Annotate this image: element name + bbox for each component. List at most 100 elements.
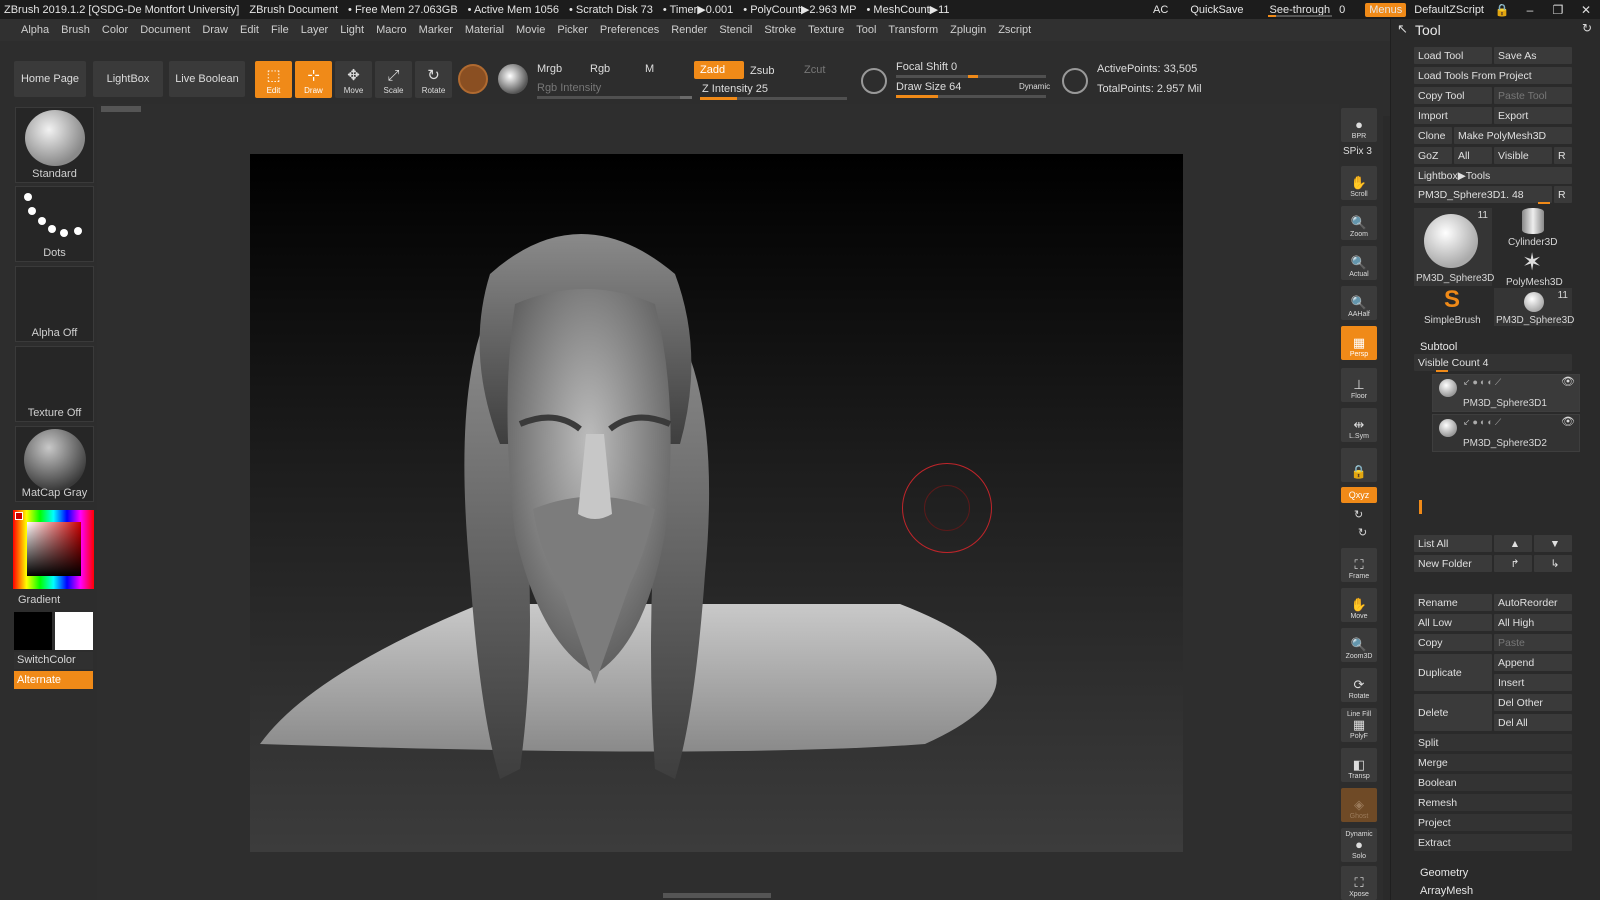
list-all-button[interactable]: List All bbox=[1414, 535, 1492, 552]
ghost-button[interactable]: ◈ Ghost bbox=[1341, 788, 1377, 822]
edit-button[interactable]: ⬚ Edit bbox=[255, 61, 292, 98]
lightbox-button[interactable]: LightBox bbox=[93, 61, 163, 97]
scroll-button[interactable]: ✋ Scroll bbox=[1341, 166, 1377, 200]
current-tool-r-button[interactable]: R bbox=[1554, 186, 1572, 203]
material-thumb[interactable]: MatCap Gray bbox=[15, 426, 94, 502]
append-button[interactable]: Append bbox=[1494, 654, 1572, 671]
sculptris-s-icon[interactable] bbox=[861, 68, 887, 94]
goz-visible-button[interactable]: Visible bbox=[1494, 147, 1552, 164]
zadd-button[interactable]: Zadd bbox=[694, 61, 744, 79]
menu-edit[interactable]: Edit bbox=[234, 24, 265, 36]
color-swatch-icon[interactable] bbox=[498, 64, 528, 94]
minimize-icon[interactable]: – bbox=[1520, 3, 1540, 17]
all-high-button[interactable]: All High bbox=[1494, 614, 1572, 631]
secondary-color-swatch[interactable] bbox=[55, 612, 93, 650]
zoom3d-button[interactable]: 🔍 Zoom3D bbox=[1341, 628, 1377, 662]
menu-material[interactable]: Material bbox=[459, 24, 510, 36]
visible-count-slider[interactable]: Visible Count 4 bbox=[1414, 354, 1572, 371]
close-icon[interactable]: ✕ bbox=[1576, 3, 1596, 17]
frame-button[interactable]: ⛶ Frame bbox=[1341, 548, 1377, 582]
see-through-slider[interactable]: See-through 0 bbox=[1266, 4, 1350, 17]
menu-document[interactable]: Document bbox=[134, 24, 196, 36]
home-page-button[interactable]: Home Page bbox=[14, 61, 86, 97]
tool-thumb-simplebrush[interactable]: S SimpleBrush bbox=[1414, 286, 1492, 326]
move-down-arrow-icon[interactable]: ▼ bbox=[1534, 535, 1572, 552]
autoreorder-button[interactable]: AutoReorder bbox=[1494, 594, 1572, 611]
rotate-z-icon[interactable]: ↻ bbox=[1358, 526, 1367, 539]
menu-texture[interactable]: Texture bbox=[802, 24, 850, 36]
project-section[interactable]: Project bbox=[1414, 814, 1572, 831]
geometry-header[interactable]: Geometry bbox=[1414, 864, 1574, 882]
menu-render[interactable]: Render bbox=[665, 24, 713, 36]
menu-layer[interactable]: Layer bbox=[295, 24, 335, 36]
document-scroll-indicator[interactable] bbox=[101, 106, 141, 112]
goz-button[interactable]: GoZ bbox=[1414, 147, 1452, 164]
goz-r-button[interactable]: R bbox=[1554, 147, 1572, 164]
menu-zscript[interactable]: Zscript bbox=[992, 24, 1037, 36]
load-tool-button[interactable]: Load Tool bbox=[1414, 47, 1492, 64]
rotate-button[interactable]: ↻ Rotate bbox=[415, 61, 452, 98]
alpha-thumb[interactable]: Alpha Off bbox=[15, 266, 94, 342]
rotate-y-icon[interactable]: ↻ bbox=[1354, 508, 1363, 521]
menu-macro[interactable]: Macro bbox=[370, 24, 413, 36]
xpose-button[interactable]: ⛶ Xpose bbox=[1341, 866, 1377, 900]
bpr-button[interactable]: ● BPR bbox=[1341, 108, 1377, 142]
primary-color-swatch[interactable] bbox=[14, 612, 52, 650]
default-zscript-button[interactable]: DefaultZScript bbox=[1414, 4, 1484, 16]
boolean-section[interactable]: Boolean bbox=[1414, 774, 1572, 791]
menu-stencil[interactable]: Stencil bbox=[713, 24, 758, 36]
alternate-button[interactable]: Alternate bbox=[14, 671, 93, 689]
extract-section[interactable]: Extract bbox=[1414, 834, 1572, 851]
move-up-arrow-icon[interactable]: ▲ bbox=[1494, 535, 1532, 552]
mrgb-button[interactable]: Mrgb bbox=[537, 63, 562, 75]
tool-thumb-sphere-2[interactable]: 11 PM3D_Sphere3D bbox=[1494, 288, 1574, 326]
all-low-button[interactable]: All Low bbox=[1414, 614, 1492, 631]
save-as-button[interactable]: Save As bbox=[1494, 47, 1572, 64]
menu-stroke[interactable]: Stroke bbox=[758, 24, 802, 36]
live-boolean-button[interactable]: Live Boolean bbox=[169, 61, 245, 97]
merge-section[interactable]: Merge bbox=[1414, 754, 1572, 771]
rgb-intensity-slider[interactable] bbox=[537, 96, 692, 99]
menus-button[interactable]: Menus bbox=[1365, 2, 1407, 17]
lock-icon[interactable]: 🔒 bbox=[1492, 3, 1512, 17]
del-all-button[interactable]: Del All bbox=[1494, 714, 1572, 731]
subtool-toggles-1[interactable]: ↙●◐◐⟋ bbox=[1463, 377, 1503, 388]
menu-picker[interactable]: Picker bbox=[551, 24, 594, 36]
rename-button[interactable]: Rename bbox=[1414, 594, 1492, 611]
zsub-button[interactable]: Zsub bbox=[744, 62, 794, 80]
clone-button[interactable]: Clone bbox=[1414, 127, 1452, 144]
menu-file[interactable]: File bbox=[265, 24, 295, 36]
transp-button[interactable]: ◧ Transp bbox=[1341, 748, 1377, 782]
rgb-button[interactable]: Rgb bbox=[590, 63, 610, 75]
insert-button[interactable]: Insert bbox=[1494, 674, 1572, 691]
menu-draw[interactable]: Draw bbox=[196, 24, 234, 36]
local-transform-button[interactable]: 🔒 bbox=[1341, 448, 1377, 482]
tool-thumb-polymesh[interactable]: ✶ PolyMesh3D bbox=[1494, 248, 1572, 288]
tool-thumb-cylinder[interactable]: Cylinder3D bbox=[1494, 208, 1572, 248]
linefill-button[interactable]: Line Fill ▦ PolyF bbox=[1341, 708, 1377, 742]
eye-icon[interactable]: 👁 bbox=[1561, 375, 1575, 388]
color-picker-square[interactable] bbox=[27, 522, 81, 576]
actual-button[interactable]: 🔍 Actual bbox=[1341, 246, 1377, 280]
scale-button[interactable]: ⤢ Scale bbox=[375, 61, 412, 98]
persp-button[interactable]: ▦ Persp bbox=[1341, 326, 1377, 360]
paste-button[interactable]: Paste bbox=[1494, 634, 1572, 651]
quicksave-button[interactable]: QuickSave bbox=[1190, 4, 1243, 16]
menu-brush[interactable]: Brush bbox=[55, 24, 96, 36]
aahalf-button[interactable]: 🔍 AAHalf bbox=[1341, 286, 1377, 320]
maximize-icon[interactable]: ❐ bbox=[1548, 3, 1568, 17]
menu-color[interactable]: Color bbox=[96, 24, 134, 36]
draw-button[interactable]: ⊹ Draw bbox=[295, 61, 332, 98]
dynamic-toggle[interactable]: Dynamic bbox=[1019, 82, 1050, 91]
move-button[interactable]: ✥ Move bbox=[335, 61, 372, 98]
zcut-button[interactable]: Zcut bbox=[798, 61, 838, 79]
m-button[interactable]: M bbox=[645, 63, 654, 75]
dynamic-d-icon[interactable] bbox=[1062, 68, 1088, 94]
export-button[interactable]: Export bbox=[1494, 107, 1572, 124]
current-tool-slider[interactable]: PM3D_Sphere3D1. 48 bbox=[1414, 186, 1552, 203]
split-section[interactable]: Split bbox=[1414, 734, 1572, 751]
texture-thumb[interactable]: Texture Off bbox=[15, 346, 94, 422]
menu-alpha[interactable]: Alpha bbox=[15, 24, 55, 36]
subtool-row-2[interactable]: ↙●◐◐⟋ 👁 PM3D_Sphere3D2 bbox=[1432, 414, 1580, 452]
document-canvas[interactable] bbox=[250, 154, 1183, 852]
